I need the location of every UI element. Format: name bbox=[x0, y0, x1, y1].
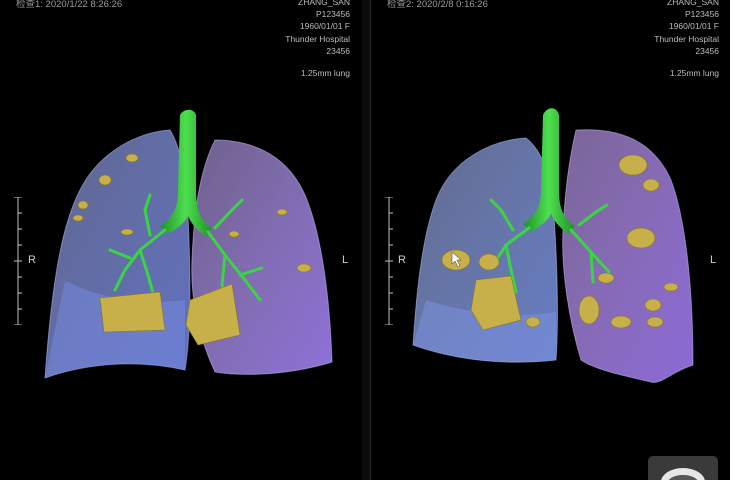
viewport-exam-1[interactable]: 检查1: 2020/1/22 8:26:26 ZHANG_SAN P123456… bbox=[0, 0, 363, 480]
patient-name: ZHANG_SAN bbox=[298, 0, 350, 7]
series-description: 1.25mm lung bbox=[669, 68, 719, 78]
orientation-right-marker: R bbox=[398, 254, 406, 266]
patient-birth-sex: 1960/01/01 F bbox=[668, 21, 719, 32]
patient-name: ZHANG_SAN bbox=[667, 0, 719, 7]
series-description: 1.25mm lung bbox=[300, 68, 350, 78]
hospital-name: Thunder Hospital bbox=[285, 33, 350, 44]
patient-birth-sex: 1960/01/01 F bbox=[299, 21, 350, 32]
hospital-name: Thunder Hospital bbox=[654, 33, 719, 44]
viewport-divider[interactable] bbox=[362, 0, 370, 480]
accession-number: 23456 bbox=[326, 45, 350, 56]
scale-bar-icon bbox=[14, 197, 22, 325]
patient-info: ZHANG_SAN P123456 1960/01/01 F Thunder H… bbox=[285, 0, 350, 57]
accession-number: 23456 bbox=[695, 45, 719, 56]
orientation-left-marker: L bbox=[342, 254, 349, 266]
scale-bar-icon bbox=[385, 197, 393, 325]
patient-id: P123456 bbox=[684, 9, 719, 20]
ct-thumbnail-icon[interactable] bbox=[648, 456, 718, 480]
viewport-exam-2[interactable]: 检查2: 2020/2/8 0:16:26 ZHANG_SAN P123456 … bbox=[370, 0, 730, 480]
patient-id: P123456 bbox=[315, 9, 350, 20]
exam-title: 检查1: 2020/1/22 8:26:26 bbox=[16, 0, 123, 10]
patient-info: ZHANG_SAN P123456 1960/01/01 F Thunder H… bbox=[654, 0, 719, 57]
orientation-right-marker: R bbox=[28, 254, 36, 266]
orientation-left-marker: L bbox=[710, 254, 717, 266]
exam-title: 检查2: 2020/2/8 0:16:26 bbox=[387, 0, 488, 10]
